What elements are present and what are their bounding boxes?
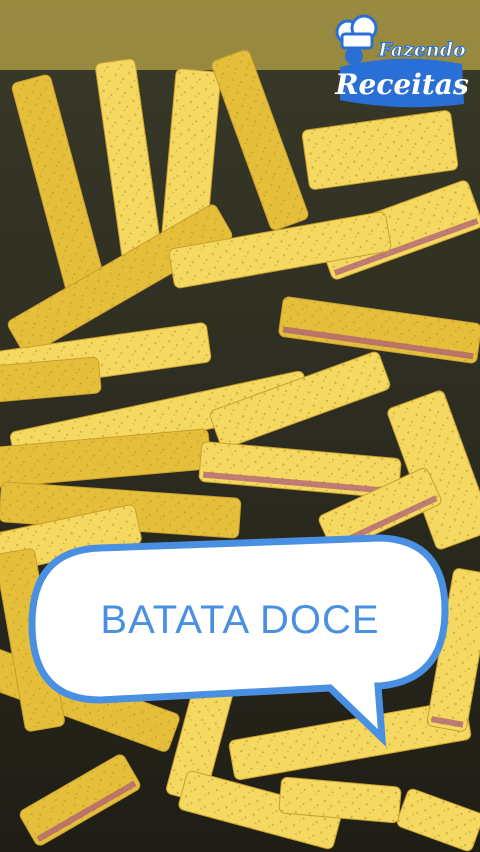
chef-hat-icon (335, 14, 378, 65)
logo-line1: Fazendo (377, 39, 466, 61)
caption-text: BATATA DOCE (100, 597, 380, 642)
fazendo-receitas-logo: Fazendo Receitas (334, 14, 469, 108)
sweet-potato-fries-photo (0, 0, 480, 852)
logo-line2: Receitas (334, 68, 469, 101)
